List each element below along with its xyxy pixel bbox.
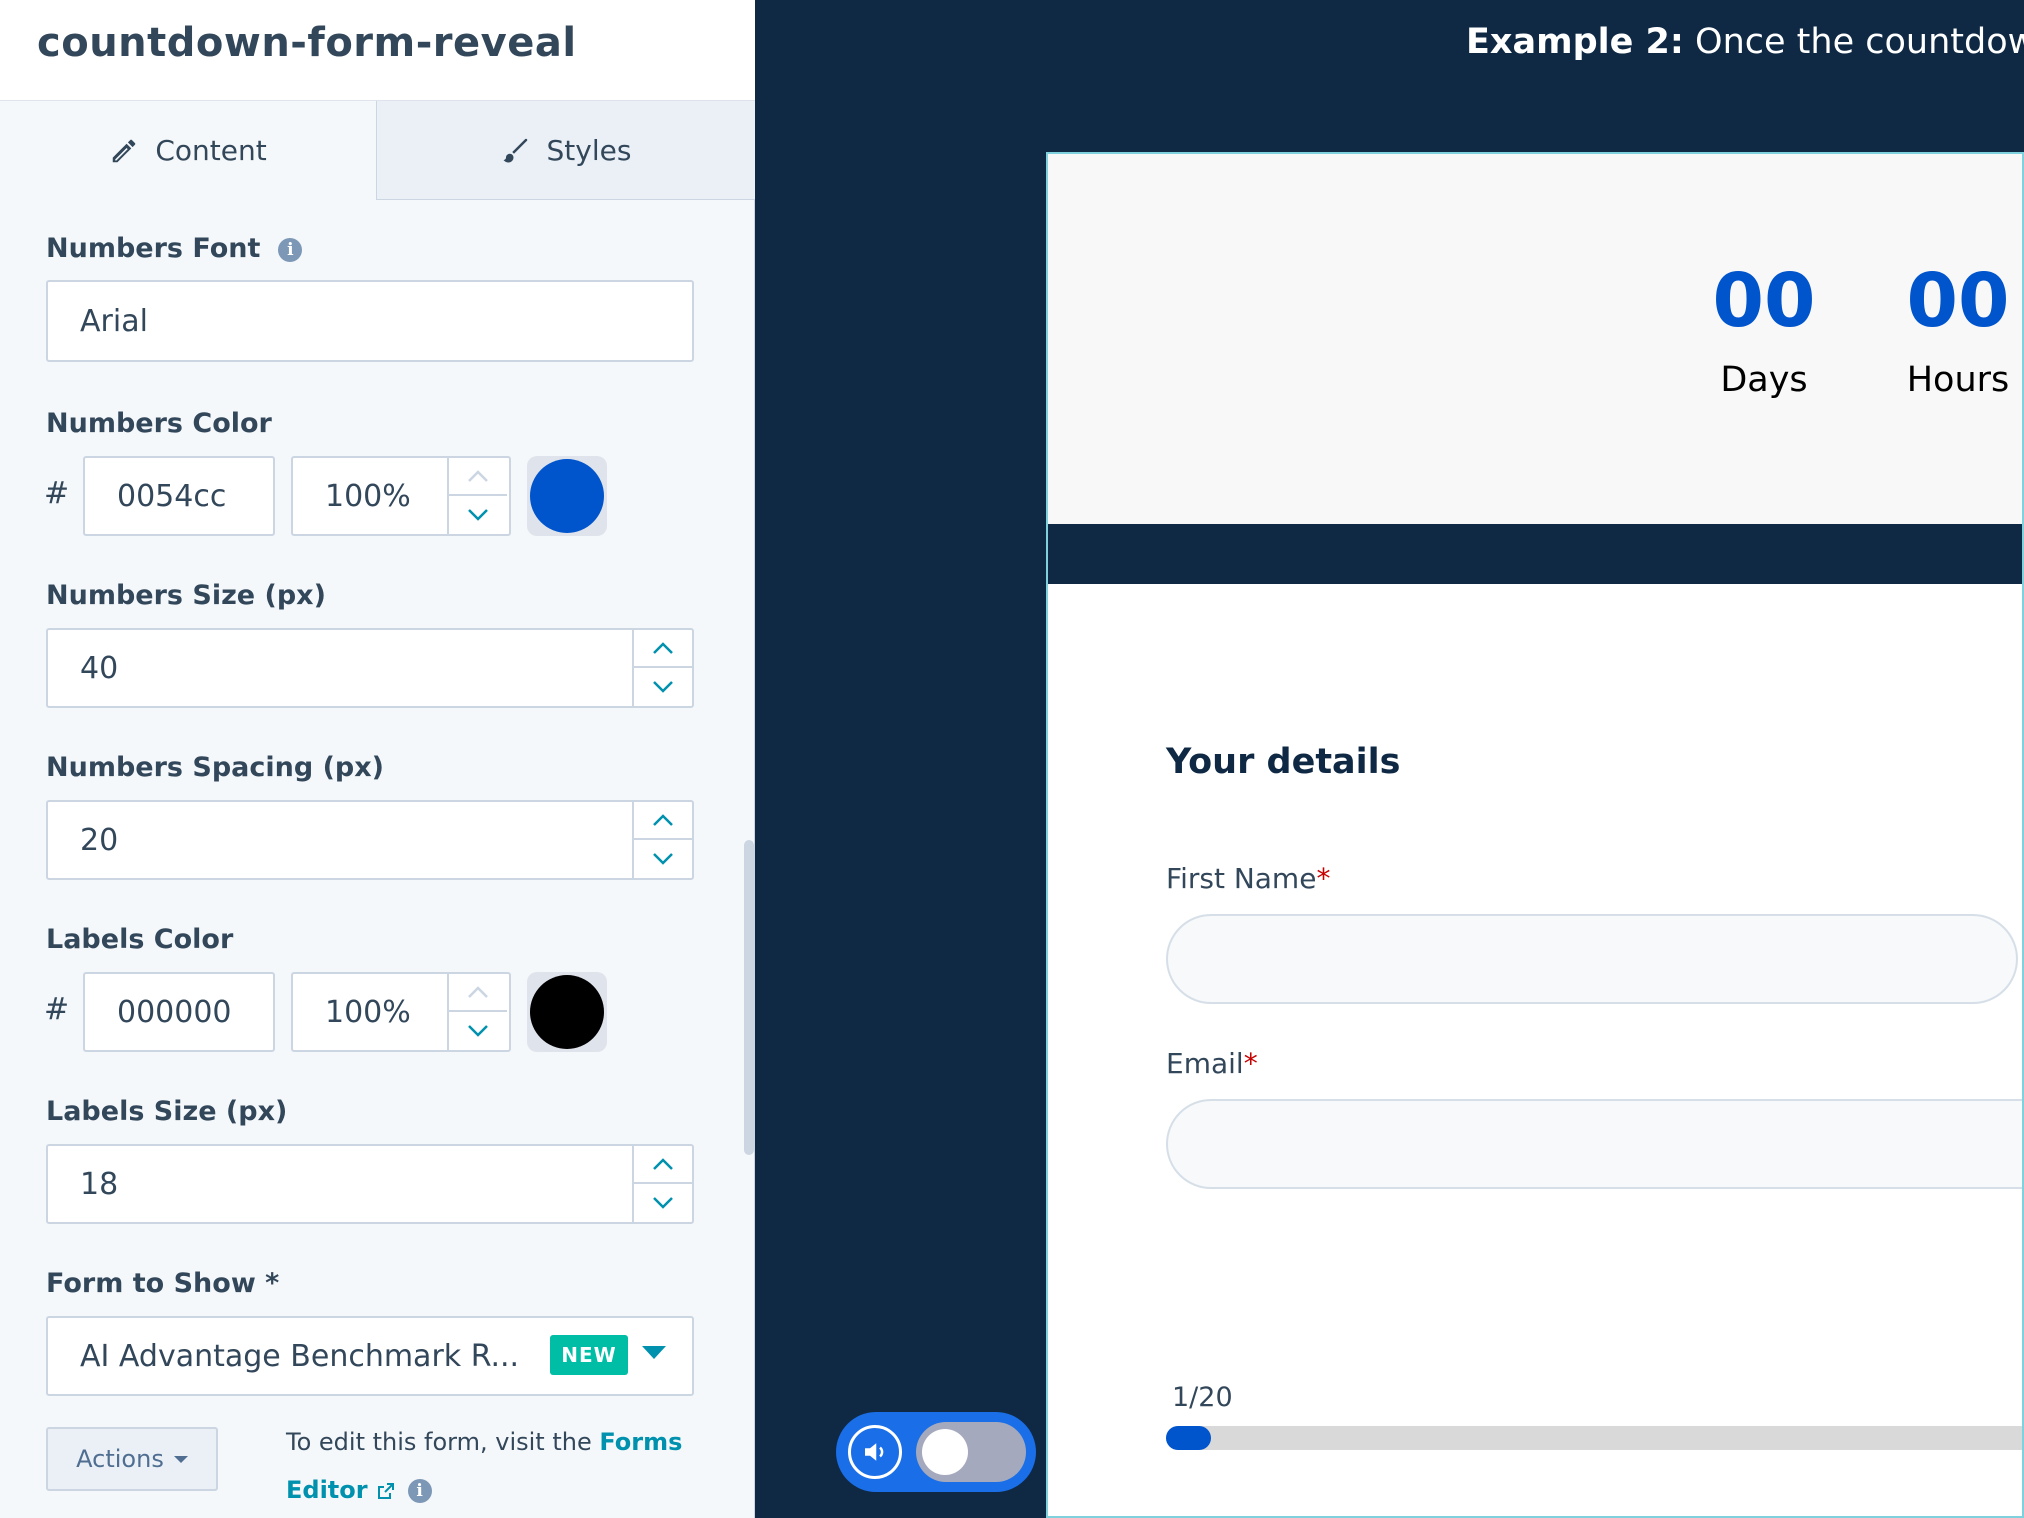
email-label: Email*: [1166, 1047, 1258, 1080]
numbers-color-label: Numbers Color: [46, 408, 272, 439]
speaker-icon[interactable]: [848, 1425, 902, 1479]
numbers-spacing-value: 20: [80, 822, 119, 858]
countdown-days-number: 00: [1712, 258, 1816, 344]
chevron-up-icon[interactable]: [634, 802, 692, 840]
preview-area: Example 2: Once the countdown 00 Days 00…: [796, 0, 2024, 1518]
numbers-color-swatch[interactable]: [527, 456, 607, 536]
opacity-stepper[interactable]: [447, 974, 509, 1050]
required-mark: *: [1316, 862, 1331, 895]
form-area: Your details First Name* Email* 1/20: [1048, 584, 2022, 1516]
numbers-color-opacity-input[interactable]: 100%: [291, 456, 511, 536]
toggle-knob: [922, 1429, 968, 1475]
labels-size-value: 18: [80, 1166, 119, 1202]
editor-panel: countdown-form-reveal Content Styles Num…: [0, 0, 755, 1518]
editor-link-text: Editor: [286, 1476, 368, 1504]
example-heading-bold: Example 2:: [1466, 22, 1684, 62]
first-name-label: First Name*: [1166, 862, 1330, 895]
actions-button[interactable]: Actions: [46, 1427, 218, 1491]
numbers-font-label: Numbers Font i: [46, 233, 303, 264]
opacity-stepper[interactable]: [447, 458, 509, 534]
labels-size-input[interactable]: 18: [46, 1144, 694, 1224]
caret-down-icon: [642, 1346, 666, 1359]
numbers-spacing-stepper[interactable]: [632, 802, 692, 878]
countdown-hours-label: Hours: [1906, 360, 2010, 400]
numbers-size-input[interactable]: 40: [46, 628, 694, 708]
pencil-icon: [113, 139, 136, 162]
hash-symbol: #: [44, 992, 70, 1027]
form-to-show-label: Form to Show *: [46, 1268, 280, 1299]
numbers-font-input[interactable]: Arial: [46, 280, 694, 362]
countdown-days-label: Days: [1720, 360, 1808, 400]
chevron-down-icon[interactable]: [449, 1012, 507, 1050]
progress-text: 1/20: [1172, 1382, 1233, 1413]
first-name-label-text: First Name: [1166, 862, 1317, 895]
numbers-spacing-input[interactable]: 20: [46, 800, 694, 880]
chevron-down-icon[interactable]: [634, 668, 692, 706]
numbers-size-label: Numbers Size (px): [46, 580, 326, 611]
forms-link-text: Forms: [599, 1428, 683, 1456]
chevron-down-icon[interactable]: [634, 1184, 692, 1222]
email-label-text: Email: [1166, 1047, 1244, 1080]
required-mark: *: [1243, 1047, 1258, 1080]
numbers-size-stepper[interactable]: [632, 630, 692, 706]
labels-color-swatch[interactable]: [527, 972, 607, 1052]
numbers-color-opacity-value: 100%: [325, 478, 411, 514]
divider-band: [1048, 524, 2022, 584]
labels-color-opacity-value: 100%: [325, 994, 411, 1030]
tab-styles-label: Styles: [546, 133, 632, 167]
example-heading-text: Once the countdown: [1683, 22, 2024, 62]
chevron-up-icon[interactable]: [449, 974, 507, 1012]
toggle-switch[interactable]: [916, 1422, 1026, 1482]
countdown-form-card: 00 Days 00 Hours Your details First Name…: [1046, 152, 2024, 1518]
caret-down-icon: [173, 1455, 188, 1463]
module-title: countdown-form-reveal: [37, 20, 577, 66]
tab-styles[interactable]: Styles: [376, 101, 755, 200]
first-name-input[interactable]: [1166, 914, 2018, 1004]
labels-color-label: Labels Color: [46, 924, 234, 955]
editor-tabs: Content Styles: [0, 101, 755, 200]
info-icon[interactable]: i: [278, 237, 303, 262]
new-badge: NEW: [550, 1335, 628, 1375]
edit-form-note: To edit this form, visit the Forms Editor…: [286, 1418, 706, 1514]
panel-header: countdown-form-reveal: [0, 0, 755, 101]
countdown-days: 00 Days: [1694, 256, 1834, 400]
numbers-font-label-text: Numbers Font: [46, 233, 261, 264]
form-select-value: AI Advantage Benchmark R...: [80, 1338, 520, 1374]
hash-symbol: #: [44, 476, 70, 511]
chevron-up-icon[interactable]: [634, 1146, 692, 1184]
progress-bar: [1166, 1426, 2022, 1450]
color-swatch-circle: [530, 459, 604, 533]
countdown-hours-number: 00: [1906, 258, 2010, 344]
actions-button-label: Actions: [76, 1445, 164, 1473]
labels-color-opacity-input[interactable]: 100%: [291, 972, 511, 1052]
numbers-spacing-label: Numbers Spacing (px): [46, 752, 385, 783]
chevron-up-icon[interactable]: [449, 458, 507, 496]
countdown-area: 00 Days 00 Hours: [1048, 154, 2022, 524]
color-swatch-circle: [530, 975, 604, 1049]
labels-color-hex-input[interactable]: 000000: [83, 972, 275, 1052]
labels-size-label: Labels Size (px): [46, 1096, 288, 1127]
info-icon[interactable]: i: [407, 1479, 432, 1503]
edit-note-text: To edit this form, visit the: [286, 1428, 600, 1456]
form-select-dropdown[interactable]: AI Advantage Benchmark R... NEW: [46, 1316, 694, 1396]
tab-content-label: Content: [155, 134, 267, 167]
labels-size-stepper[interactable]: [632, 1146, 692, 1222]
chevron-down-icon[interactable]: [449, 496, 507, 534]
external-link-icon: [377, 1483, 394, 1499]
panel-scrollbar[interactable]: [744, 840, 754, 1155]
example-heading: Example 2: Once the countdown: [1466, 22, 2024, 62]
numbers-size-value: 40: [80, 650, 119, 686]
numbers-color-hex-input[interactable]: 0054cc: [83, 456, 275, 536]
audio-toggle-widget: [836, 1412, 1036, 1492]
email-input[interactable]: [1166, 1099, 2022, 1189]
chevron-up-icon[interactable]: [634, 630, 692, 668]
brush-icon: [503, 138, 527, 163]
countdown-hours: 00 Hours: [1888, 256, 2022, 400]
chevron-down-icon[interactable]: [634, 840, 692, 878]
tab-content[interactable]: Content: [0, 101, 376, 200]
progress-bar-fill: [1166, 1426, 1211, 1450]
form-heading: Your details: [1166, 742, 1401, 782]
